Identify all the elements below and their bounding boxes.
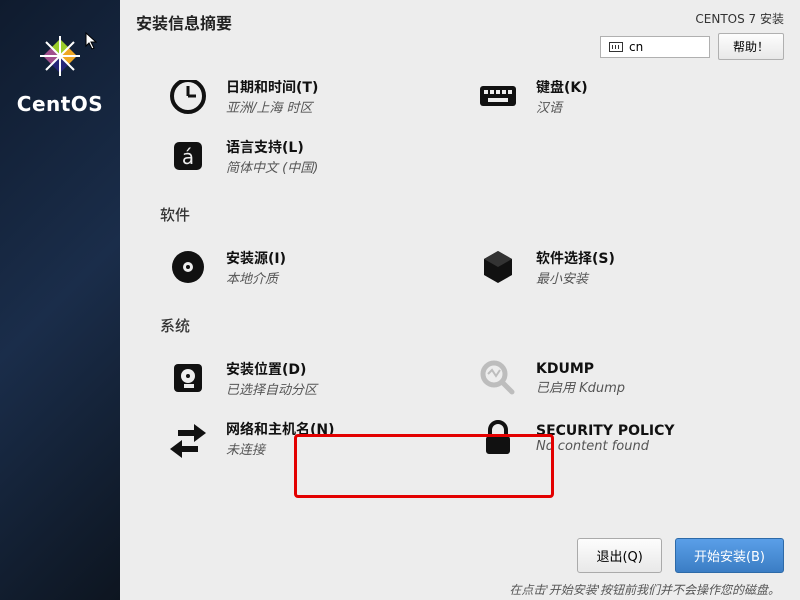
spoke-title: SECURITY POLICY xyxy=(536,423,675,439)
spoke-status: 亚洲/上海 时区 xyxy=(226,97,318,116)
magnifier-icon xyxy=(476,356,520,400)
spoke-status: 汉语 xyxy=(536,97,588,116)
footer-hint: 在点击'开始安装'按钮前我们并不会操作您的磁盘。 xyxy=(120,581,784,598)
spoke-software-selection[interactable]: 软件选择(S) 最小安装 xyxy=(470,237,780,297)
spoke-title: 日期和时间(T) xyxy=(226,80,318,97)
keyboard-layout-indicator[interactable]: cn xyxy=(600,36,710,58)
svg-text:á: á xyxy=(182,145,194,169)
spoke-security-policy[interactable]: SECURITY POLICY No content found xyxy=(470,408,780,468)
spoke-status: 本地介质 xyxy=(226,268,286,287)
centos-logo-icon xyxy=(32,28,88,84)
sidebar: CentOS xyxy=(0,0,120,600)
quit-button[interactable]: 退出(Q) xyxy=(577,538,661,573)
help-button[interactable]: 帮助！ xyxy=(718,33,784,60)
footer: 退出(Q) 开始安装(B) 在点击'开始安装'按钮前我们并不会操作您的磁盘。 xyxy=(120,530,800,600)
package-icon xyxy=(476,245,520,289)
spoke-title: 网络和主机名(N) xyxy=(226,419,335,439)
keyboard-icon xyxy=(476,80,520,118)
spoke-install-source[interactable]: 安装源(I) 本地介质 xyxy=(160,237,470,297)
spoke-datetime[interactable]: 日期和时间(T) 亚洲/上海 时区 xyxy=(160,80,470,126)
spoke-status: 已启用 Kdump xyxy=(536,377,625,396)
spoke-keyboard[interactable]: 键盘(K) 汉语 xyxy=(470,80,780,126)
network-arrows-icon xyxy=(166,416,210,460)
spoke-title: 键盘(K) xyxy=(536,80,588,97)
spoke-status: 未连接 xyxy=(226,439,335,458)
spoke-language[interactable]: á 语言支持(L) 简体中文 (中国) xyxy=(160,126,470,186)
brand-text: CentOS xyxy=(17,92,103,116)
spoke-status: 简体中文 (中国) xyxy=(226,157,318,176)
begin-install-button[interactable]: 开始安装(B) xyxy=(675,538,784,573)
spoke-title: 安装位置(D) xyxy=(226,359,317,379)
topbar: 安装信息摘要 CENTOS 7 安装 cn 帮助！ xyxy=(120,0,800,62)
language-icon: á xyxy=(166,134,210,178)
spoke-status: No content found xyxy=(536,439,675,454)
disc-icon xyxy=(166,245,210,289)
spoke-title: 软件选择(S) xyxy=(536,248,615,268)
spoke-status: 最小安装 xyxy=(536,268,615,287)
spoke-network[interactable]: 网络和主机名(N) 未连接 xyxy=(160,408,470,468)
section-software-label: 软件 xyxy=(160,204,800,225)
clock-icon xyxy=(166,80,210,118)
page-title: 安装信息摘要 xyxy=(136,10,232,34)
keyboard-mini-icon xyxy=(609,42,623,52)
spoke-title: 安装源(I) xyxy=(226,248,286,268)
spoke-status: 已选择自动分区 xyxy=(226,379,317,398)
installer-subtitle: CENTOS 7 安装 xyxy=(695,10,784,27)
section-system-label: 系统 xyxy=(160,315,800,336)
main-panel: 安装信息摘要 CENTOS 7 安装 cn 帮助！ 日期和时间(T) 亚洲/上海… xyxy=(120,0,800,600)
spoke-kdump[interactable]: KDUMP 已启用 Kdump xyxy=(470,348,780,408)
keyboard-layout-code: cn xyxy=(629,40,643,54)
spoke-title: KDUMP xyxy=(536,361,625,377)
hdd-icon xyxy=(166,356,210,400)
spoke-install-destination[interactable]: 安装位置(D) 已选择自动分区 xyxy=(160,348,470,408)
summary-content: 日期和时间(T) 亚洲/上海 时区 键盘(K) 汉语 á 语言支持(L) 简体中… xyxy=(120,80,800,600)
lock-icon xyxy=(476,416,520,460)
spoke-title: 语言支持(L) xyxy=(226,137,318,157)
